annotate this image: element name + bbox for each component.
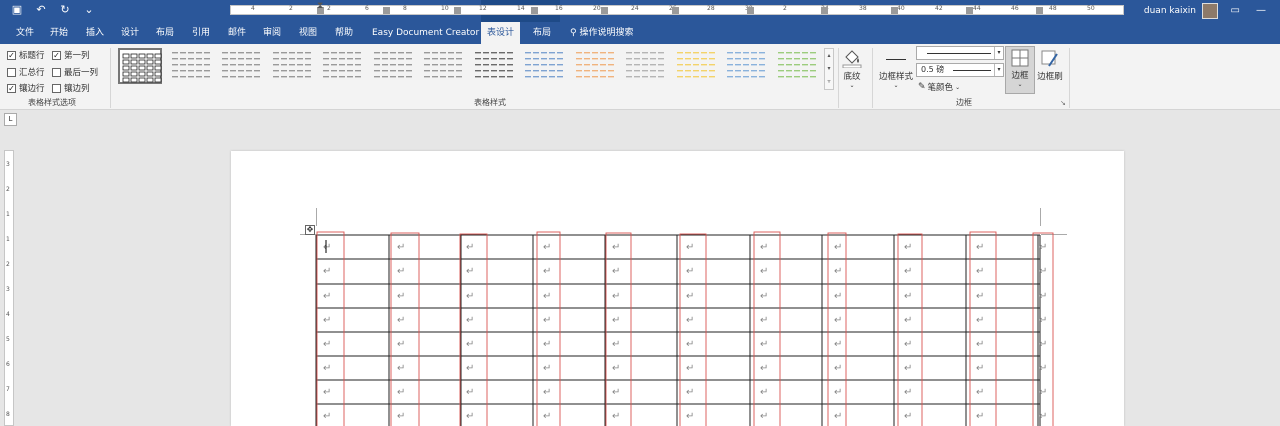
- cell-end-mark[interactable]: ↵: [323, 387, 331, 398]
- cell-end-mark[interactable]: ↵: [397, 291, 405, 302]
- cell-end-mark[interactable]: ↵: [1039, 242, 1047, 253]
- cell-end-mark[interactable]: ↵: [686, 291, 694, 302]
- cell-end-mark[interactable]: ↵: [466, 339, 474, 350]
- cell-end-mark[interactable]: ↵: [686, 242, 694, 253]
- cell-end-mark[interactable]: ↵: [904, 411, 912, 422]
- cell-end-mark[interactable]: ↵: [397, 387, 405, 398]
- cell-end-mark[interactable]: ↵: [466, 387, 474, 398]
- cell-end-mark[interactable]: ↵: [466, 315, 474, 326]
- cell-end-mark[interactable]: ↵: [612, 363, 620, 374]
- cell-end-mark[interactable]: ↵: [760, 339, 768, 350]
- cell-end-mark[interactable]: ↵: [397, 315, 405, 326]
- cell-end-mark[interactable]: ↵: [904, 266, 912, 277]
- cell-end-mark[interactable]: ↵: [612, 387, 620, 398]
- document-table[interactable]: ↵ ↵ ↵ ↵ ↵ ↵ ↵ ↵ ↵ ↵ ↵ ↵ ↵ ↵ ↵ ↵ ↵ ↵ ↵ ↵ ↵ ↵ ↵ ↵ ↵ ↵ ↵ ↵ ↵ ↵ ↵ ↵ ↵ ↵ ↵ ↵ ↵ ↵ ↵ ↵…: [0, 0, 1280, 426]
- cell-end-mark[interactable]: ↵: [397, 242, 405, 253]
- cell-end-mark[interactable]: ↵: [543, 387, 551, 398]
- cell-end-mark[interactable]: ↵: [397, 363, 405, 374]
- cell-end-mark[interactable]: ↵: [760, 411, 768, 422]
- cell-end-mark[interactable]: ↵: [834, 242, 842, 253]
- cell-end-mark[interactable]: ↵: [543, 315, 551, 326]
- cell-end-mark[interactable]: ↵: [612, 315, 620, 326]
- cell-end-mark[interactable]: ↵: [1039, 387, 1047, 398]
- cell-end-mark[interactable]: ↵: [904, 242, 912, 253]
- cell-end-mark[interactable]: ↵: [686, 315, 694, 326]
- cell-end-mark[interactable]: ↵: [397, 411, 405, 422]
- cell-end-mark[interactable]: ↵: [834, 387, 842, 398]
- cell-end-mark[interactable]: ↵: [612, 411, 620, 422]
- cell-end-mark[interactable]: ↵: [543, 411, 551, 422]
- cell-end-mark[interactable]: ↵: [1039, 315, 1047, 326]
- cell-end-mark[interactable]: ↵: [976, 411, 984, 422]
- cell-end-mark[interactable]: ↵: [466, 291, 474, 302]
- cell-end-mark[interactable]: ↵: [543, 339, 551, 350]
- cell-end-mark[interactable]: ↵: [760, 266, 768, 277]
- cell-end-mark[interactable]: ↵: [543, 266, 551, 277]
- cell-end-mark[interactable]: ↵: [976, 387, 984, 398]
- cell-end-mark[interactable]: ↵: [612, 339, 620, 350]
- cell-end-mark[interactable]: ↵: [834, 291, 842, 302]
- cell-end-mark[interactable]: ↵: [904, 315, 912, 326]
- cell-end-mark[interactable]: ↵: [323, 363, 331, 374]
- cell-end-mark[interactable]: ↵: [686, 266, 694, 277]
- cell-end-mark[interactable]: ↵: [686, 387, 694, 398]
- cell-end-mark[interactable]: ↵: [760, 315, 768, 326]
- cell-end-mark[interactable]: ↵: [543, 242, 551, 253]
- cell-end-mark[interactable]: ↵: [323, 242, 331, 253]
- cell-end-mark[interactable]: ↵: [976, 363, 984, 374]
- cell-end-mark[interactable]: ↵: [323, 339, 331, 350]
- cell-end-mark[interactable]: ↵: [976, 339, 984, 350]
- cell-end-mark[interactable]: ↵: [543, 291, 551, 302]
- cell-end-mark[interactable]: ↵: [904, 363, 912, 374]
- cell-end-mark[interactable]: ↵: [323, 266, 331, 277]
- cell-end-mark[interactable]: ↵: [466, 266, 474, 277]
- cell-end-mark[interactable]: ↵: [976, 266, 984, 277]
- cell-end-mark[interactable]: ↵: [466, 363, 474, 374]
- cell-end-mark[interactable]: ↵: [323, 291, 331, 302]
- cell-end-mark[interactable]: ↵: [612, 242, 620, 253]
- cell-end-mark[interactable]: ↵: [323, 411, 331, 422]
- cell-end-mark[interactable]: ↵: [686, 363, 694, 374]
- cell-end-mark[interactable]: ↵: [834, 266, 842, 277]
- cell-end-mark[interactable]: ↵: [1039, 291, 1047, 302]
- cell-end-mark[interactable]: ↵: [466, 411, 474, 422]
- cell-end-mark[interactable]: ↵: [904, 291, 912, 302]
- cell-end-mark[interactable]: ↵: [904, 387, 912, 398]
- cell-end-mark[interactable]: ↵: [760, 242, 768, 253]
- cell-end-mark[interactable]: ↵: [686, 411, 694, 422]
- cell-end-mark[interactable]: ↵: [760, 363, 768, 374]
- cell-end-mark[interactable]: ↵: [612, 266, 620, 277]
- cell-end-mark[interactable]: ↵: [543, 363, 551, 374]
- cell-end-mark[interactable]: ↵: [834, 411, 842, 422]
- cell-end-mark[interactable]: ↵: [904, 339, 912, 350]
- cell-end-mark[interactable]: ↵: [397, 339, 405, 350]
- cell-end-mark[interactable]: ↵: [760, 387, 768, 398]
- cell-end-mark[interactable]: ↵: [976, 315, 984, 326]
- cell-end-mark[interactable]: ↵: [1039, 411, 1047, 422]
- cell-end-mark[interactable]: ↵: [834, 339, 842, 350]
- cell-end-mark[interactable]: ↵: [686, 339, 694, 350]
- cell-end-mark[interactable]: ↵: [397, 266, 405, 277]
- cell-end-mark[interactable]: ↵: [976, 242, 984, 253]
- cell-end-mark[interactable]: ↵: [1039, 363, 1047, 374]
- cell-end-mark[interactable]: ↵: [1039, 266, 1047, 277]
- cell-end-mark[interactable]: ↵: [466, 242, 474, 253]
- cell-end-mark[interactable]: ↵: [834, 363, 842, 374]
- cell-end-mark[interactable]: ↵: [976, 291, 984, 302]
- cell-end-mark[interactable]: ↵: [323, 315, 331, 326]
- cell-end-mark[interactable]: ↵: [612, 291, 620, 302]
- cell-end-mark[interactable]: ↵: [834, 315, 842, 326]
- cell-end-mark[interactable]: ↵: [1039, 339, 1047, 350]
- cell-end-mark[interactable]: ↵: [760, 291, 768, 302]
